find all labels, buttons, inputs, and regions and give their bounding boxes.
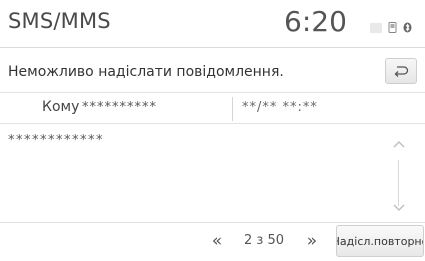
header: SMS/MMS 6:20	[0, 0, 425, 50]
message-body: ************	[8, 133, 104, 148]
recipient-value: **********	[82, 100, 157, 115]
app-title: SMS/MMS	[8, 9, 111, 33]
back-button[interactable]	[385, 58, 417, 84]
sms-mms-screen: SMS/MMS 6:20 Неможливо надіслати повідом…	[0, 0, 425, 261]
footer-divider	[0, 222, 425, 223]
scroll-down-icon[interactable]	[392, 200, 406, 214]
resend-button[interactable]: Надісл.повторно	[336, 225, 424, 257]
status-icons	[370, 22, 412, 33]
phone-icon	[388, 22, 397, 33]
header-divider	[0, 47, 425, 48]
error-message: Неможливо надіслати повідомлення.	[8, 64, 284, 80]
to-label: Кому	[42, 99, 80, 115]
previous-page-button[interactable]: «	[202, 227, 232, 255]
scroll-up-icon[interactable]	[392, 138, 406, 152]
row-divider	[232, 97, 233, 121]
recipient-row: Кому ********** **/** **:**	[0, 92, 425, 124]
next-page-button[interactable]: »	[297, 227, 327, 255]
bluetooth-icon	[403, 22, 412, 33]
clock: 6:20	[284, 5, 347, 38]
page-indicator: 2 з 50	[244, 233, 284, 248]
signal-icon	[370, 22, 382, 33]
message-datetime: **/** **:**	[242, 100, 318, 115]
back-arrow-icon	[394, 66, 409, 77]
